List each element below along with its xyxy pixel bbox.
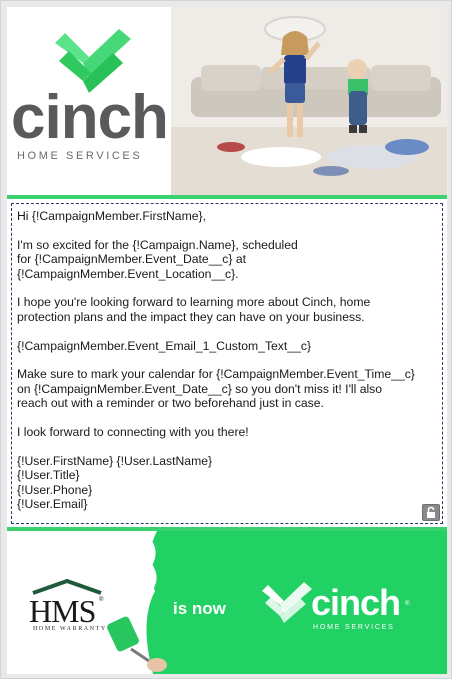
is-now-text: is now <box>173 599 226 618</box>
signature-title: {!User.Title} <box>17 468 80 483</box>
cinch-footer-subtitle: HOME SERVICES <box>313 624 395 631</box>
registered-mark: ® <box>157 111 164 121</box>
email-paragraph-3: {!CampaignMember.Event_Email_1_Custom_Te… <box>17 338 312 353</box>
email-paragraph-4: Make sure to mark your calendar for {!Ca… <box>17 367 437 411</box>
email-header: cinch ® HOME SERVICES <box>7 7 447 195</box>
email-p4-line-2: on {!CampaignMember.Event_Date__c} so yo… <box>17 381 383 396</box>
hms-registered-mark: ® <box>99 597 104 603</box>
email-canvas: cinch ® HOME SERVICES Hi {!CampaignMembe… <box>7 7 447 674</box>
email-paragraph-1: I'm so excited for the {!Campaign.Name},… <box>17 238 437 282</box>
hms-logo-subtitle: HOME WARRANTY <box>33 626 107 632</box>
header-divider <box>7 195 447 199</box>
hms-logo-wordmark: HMS <box>29 593 96 629</box>
signature-email: {!User.Email} <box>17 497 88 512</box>
hms-is-now-cinch-banner: HMS ® HOME WARRANTY is now cinch ® HOME … <box>7 531 447 674</box>
signature-phone: {!User.Phone} <box>17 482 93 497</box>
email-body-editor[interactable]: Hi {!CampaignMember.FirstName}, I'm so e… <box>11 203 443 524</box>
email-p2-line-2: protection plans and the impact they can… <box>17 309 365 324</box>
cinch-footer-registered-mark: ® <box>405 601 410 607</box>
signature-name: {!User.FirstName} {!User.LastName} <box>17 453 213 468</box>
email-paragraph-5: I look forward to connecting with you th… <box>17 424 249 439</box>
email-paragraph-2: I hope you're looking forward to learnin… <box>17 295 437 324</box>
lock-button[interactable] <box>422 504 440 521</box>
email-p1-line-2: for {!CampaignMember.Event_Date__c} at <box>17 252 246 267</box>
email-p2-line-1: I hope you're looking forward to learnin… <box>17 295 371 310</box>
lock-icon <box>427 506 435 518</box>
cinch-logo-subtitle: HOME SERVICES <box>17 150 143 162</box>
email-template-frame: cinch ® HOME SERVICES Hi {!CampaignMembe… <box>0 0 452 679</box>
family-living-room-photo <box>171 7 447 195</box>
email-greeting: Hi {!CampaignMember.FirstName}, <box>17 209 206 223</box>
email-p1-line-1: I'm so excited for the {!Campaign.Name},… <box>17 237 298 252</box>
cinch-footer-wordmark: cinch <box>311 582 401 623</box>
email-p1-line-3: {!CampaignMember.Event_Location__c}. <box>17 266 239 281</box>
email-p4-line-3: reach out with a reminder or two beforeh… <box>17 396 324 411</box>
email-p4-line-1: Make sure to mark your calendar for {!Ca… <box>17 367 415 382</box>
cinch-logo-wordmark: cinch <box>11 83 169 152</box>
cinch-check-icon-white <box>262 582 312 623</box>
